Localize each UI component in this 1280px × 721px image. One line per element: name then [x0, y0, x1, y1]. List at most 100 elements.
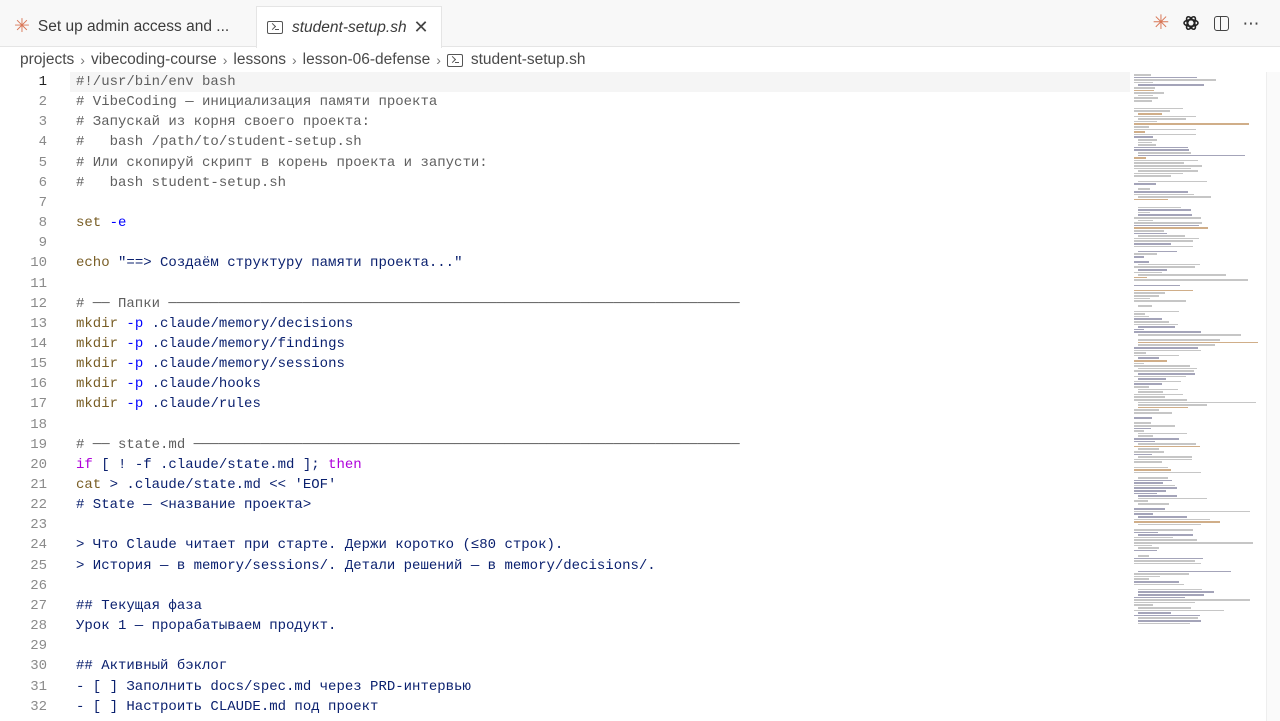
minimap-stroke — [1138, 523, 1201, 526]
code-line[interactable]: 14 mkdir -p .claude/memory/findings — [0, 334, 1130, 354]
minimap-stroke — [1134, 484, 1175, 487]
code-line[interactable]: 12 # ── Папки ───────────────────────────… — [0, 294, 1130, 314]
code-line[interactable]: 8 set -e — [0, 213, 1130, 233]
minimap-stroke — [1138, 144, 1157, 146]
breadcrumb-item-vibecoding-course[interactable]: vibecoding-course — [91, 51, 217, 69]
code-line[interactable]: 15 mkdir -p .claude/memory/sessions — [0, 354, 1130, 374]
minimap-stroke — [1138, 118, 1187, 120]
minimap-stroke — [1134, 79, 1217, 81]
minimap-stroke — [1138, 607, 1191, 609]
minimap-stroke — [1138, 516, 1187, 518]
minimap-stroke — [1138, 141, 1152, 144]
minimap-stroke — [1138, 406, 1188, 409]
minimap-stroke — [1134, 417, 1153, 419]
line-number: 7 — [38, 194, 47, 211]
code-line[interactable]: 21 cat > .claude/state.md << 'EOF' — [0, 475, 1130, 495]
code-line[interactable]: 17 mkdir -p .claude/rules — [0, 394, 1130, 414]
code-line[interactable]: 26 — [0, 576, 1130, 596]
minimap-stroke — [1134, 370, 1195, 372]
line-number: 11 — [30, 275, 47, 292]
minimap-stroke — [1134, 536, 1173, 539]
code-editor[interactable]: 1 #!/usr/bin/env bash 2 # VibeCoding — иниц… — [0, 72, 1280, 721]
close-icon[interactable]: ✕ — [411, 17, 431, 37]
more-actions-icon[interactable]: ⋯ — [1242, 14, 1260, 32]
claude-spark-icon[interactable]: ✳ — [1152, 13, 1170, 33]
breadcrumb-item-projects[interactable]: projects — [20, 51, 74, 69]
minimap-stroke — [1134, 123, 1250, 125]
tab-set-up-admin-access[interactable]: ✳ Set up admin access and ... — [0, 6, 256, 47]
code-line[interactable]: 29 — [0, 636, 1130, 656]
code-token: # bash student-setup.sh — [76, 174, 287, 191]
minimap-stroke — [1134, 222, 1202, 224]
code-line[interactable]: 13 mkdir -p .claude/memory/decisions — [0, 314, 1130, 334]
code-line[interactable]: 1 #!/usr/bin/env bash — [0, 72, 1130, 92]
minimap-stroke — [1134, 243, 1171, 245]
code-line[interactable]: 22 # State — <название проекта> — [0, 495, 1130, 515]
minimap-stroke — [1134, 136, 1153, 138]
terminal-icon — [267, 21, 283, 34]
line-number: 12 — [30, 295, 47, 312]
chevron-right-icon: › — [80, 52, 85, 68]
code-line[interactable]: 30 ## Активный бэклог — [0, 656, 1130, 676]
breadcrumb-item-lessons[interactable]: lessons — [233, 51, 286, 69]
minimap-stroke — [1134, 120, 1157, 123]
code-token: -p — [126, 376, 144, 393]
code-token: Урок 1 — прорабатываем продукт. — [76, 618, 337, 635]
minimap-stroke — [1138, 495, 1177, 497]
split-editor-icon[interactable] — [1212, 14, 1230, 32]
code-line[interactable]: 2 # VibeCoding — инициализация памяти про… — [0, 92, 1130, 112]
minimap-stroke — [1134, 230, 1165, 232]
code-line[interactable]: 3 # Запускай из корня своего проекта: — [0, 112, 1130, 132]
openai-icon[interactable] — [1182, 14, 1200, 32]
minimap-stroke — [1134, 87, 1156, 89]
minimap-stroke — [1138, 588, 1203, 591]
minimap-stroke — [1138, 477, 1168, 479]
code-line[interactable]: 25 > История — в memory/sessions/. Детали… — [0, 556, 1130, 576]
code-line[interactable]: 24 > Что Claude читает при старте. Держи … — [0, 535, 1130, 555]
minimap-stroke — [1134, 284, 1181, 287]
minimap-stroke — [1134, 128, 1196, 131]
code-line[interactable]: 16 mkdir -p .claude/hooks — [0, 374, 1130, 394]
minimap-stroke — [1138, 378, 1167, 380]
code-token: .claude/hooks — [143, 376, 261, 393]
code-line[interactable]: 5 # Или скопируй скрипт в корень проекта … — [0, 153, 1130, 173]
code-line[interactable]: 31 - [ ] Заполнить docs/spec.md через PRD… — [0, 677, 1130, 697]
minimap-stroke — [1138, 401, 1256, 404]
minimap-stroke — [1134, 581, 1179, 583]
line-code: mkdir -p .claude/rules — [76, 394, 261, 414]
code-line[interactable]: 11 — [0, 274, 1130, 294]
vertical-scrollbar[interactable] — [1266, 72, 1280, 721]
code-token: mkdir — [76, 315, 119, 332]
minimap-stroke — [1134, 599, 1250, 601]
minimap-stroke — [1134, 165, 1203, 167]
minimap-stroke — [1134, 227, 1209, 229]
code-token: # State — <название проекта> — [76, 497, 312, 514]
code-token: mkdir — [76, 396, 119, 413]
code-token: .claude/memory/sessions — [143, 356, 345, 373]
breadcrumb-item-file[interactable]: student-setup.sh — [471, 51, 586, 69]
tab-student-setup[interactable]: student-setup.sh ✕ — [256, 6, 442, 48]
code-line[interactable]: 20 if [ ! -f .claude/state.md ]; then — [0, 455, 1130, 475]
minimap-stroke — [1138, 94, 1153, 97]
line-code: ## Активный бэклог — [76, 656, 227, 676]
minimap-stroke — [1134, 430, 1145, 432]
code-line[interactable]: 28 Урок 1 — прорабатываем продукт. — [0, 616, 1130, 636]
minimap[interactable] — [1130, 72, 1265, 632]
code-line[interactable]: 23 — [0, 515, 1130, 535]
code-line[interactable]: 19 # ── state.md ────────────────────────… — [0, 435, 1130, 455]
code-line[interactable]: 6 # bash student-setup.sh — [0, 173, 1130, 193]
code-line[interactable]: 10 echo "==> Создаём структуру памяти про… — [0, 253, 1130, 273]
code-line[interactable]: 18 — [0, 415, 1130, 435]
minimap-stroke — [1134, 354, 1179, 357]
minimap-stroke — [1138, 180, 1208, 183]
code-token: -p — [126, 315, 144, 332]
code-line[interactable]: 9 — [0, 233, 1130, 253]
breadcrumb-item-lesson-06-defense[interactable]: lesson-06-defense — [303, 51, 431, 69]
minimap-stroke — [1138, 334, 1241, 336]
code-line[interactable]: 32 - [ ] Настроить CLAUDE.md под проект — [0, 697, 1130, 717]
code-line[interactable]: 4 # bash /path/to/student-setup.sh — [0, 132, 1130, 152]
minimap-stroke — [1134, 393, 1184, 396]
line-number: 13 — [30, 315, 47, 332]
code-line[interactable]: 7 — [0, 193, 1130, 213]
code-line[interactable]: 27 ## Текущая фаза — [0, 596, 1130, 616]
